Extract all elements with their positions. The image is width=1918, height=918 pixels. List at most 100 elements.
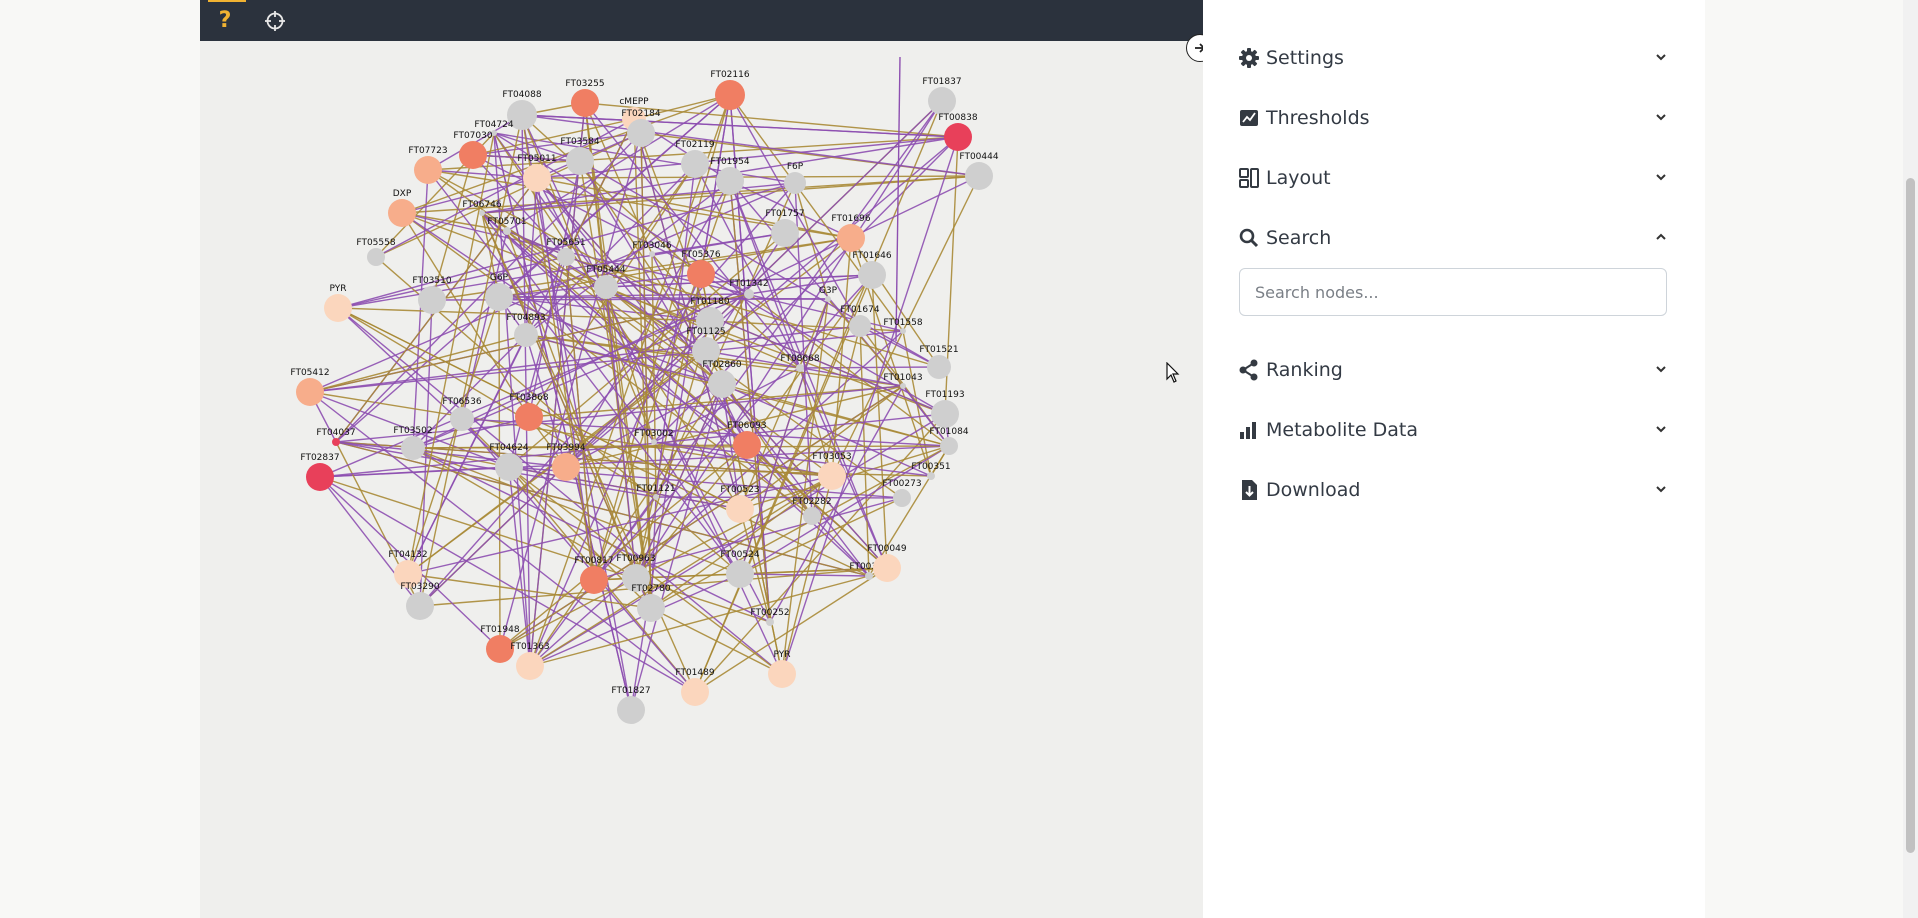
graph-node-circle[interactable] xyxy=(803,507,821,525)
graph-node-circle[interactable] xyxy=(367,248,385,266)
graph-node-circle[interactable] xyxy=(651,439,657,445)
help-button[interactable]: ? xyxy=(203,0,247,41)
graph-node-circle[interactable] xyxy=(495,453,523,481)
graph-node-circle[interactable] xyxy=(825,296,831,302)
graph-node-circle[interactable] xyxy=(771,219,799,247)
graph-node-circle[interactable] xyxy=(715,80,745,110)
graph-node-circle[interactable] xyxy=(617,696,645,724)
graph-node-circle[interactable] xyxy=(927,472,935,480)
graph-node[interactable]: FT01521 xyxy=(919,345,959,379)
graph-node-circle[interactable] xyxy=(418,286,446,314)
graph-node[interactable]: FT00817 xyxy=(574,556,614,594)
graph-node[interactable]: FT07030 xyxy=(453,131,493,169)
graph-node[interactable]: FT01489 xyxy=(675,668,715,706)
graph-node-circle[interactable] xyxy=(401,436,425,460)
graph-node[interactable]: DXP xyxy=(388,189,416,227)
graph-node-circle[interactable] xyxy=(944,123,972,151)
graph-node[interactable]: FT00351 xyxy=(911,462,951,480)
graph-node[interactable]: F6P xyxy=(784,162,806,194)
graph-node-circle[interactable] xyxy=(849,315,871,337)
graph-node-circle[interactable] xyxy=(388,199,416,227)
graph-node-circle[interactable] xyxy=(485,283,513,311)
graph-node[interactable]: PYR xyxy=(324,284,352,322)
page-scrollbar-thumb[interactable] xyxy=(1906,178,1915,853)
graph-node-circle[interactable] xyxy=(627,119,655,147)
graph-node[interactable]: PYR xyxy=(768,650,796,688)
graph-node-circle[interactable] xyxy=(768,660,796,688)
graph-node[interactable]: FT01558 xyxy=(883,318,923,334)
graph-node-circle[interactable] xyxy=(450,407,474,431)
graph-node-circle[interactable] xyxy=(571,89,599,117)
graph-node-circle[interactable] xyxy=(649,251,655,257)
graph-node-circle[interactable] xyxy=(708,370,736,398)
graph-node[interactable]: FT07723 xyxy=(408,146,448,184)
graph-node-circle[interactable] xyxy=(858,261,886,289)
graph-node-circle[interactable] xyxy=(837,224,865,252)
graph-node-circle[interactable] xyxy=(928,87,956,115)
graph-node-circle[interactable] xyxy=(580,566,608,594)
graph-node-circle[interactable] xyxy=(900,383,906,389)
graph-node-circle[interactable] xyxy=(516,652,544,680)
graph-node-circle[interactable] xyxy=(893,489,911,507)
search-input[interactable] xyxy=(1239,268,1667,316)
network-graph-canvas[interactable]: FT02116 FT03255 FT04088 cMEPP FT02184 FT04724… xyxy=(200,41,1203,918)
graph-node-circle[interactable] xyxy=(931,400,959,428)
graph-node-circle[interactable] xyxy=(733,431,761,459)
graph-node-circle[interactable] xyxy=(296,378,324,406)
section-thresholds[interactable]: Thresholds xyxy=(1238,98,1668,138)
graph-node-circle[interactable] xyxy=(557,248,575,266)
graph-node-circle[interactable] xyxy=(479,210,485,216)
graph-node[interactable]: FT03290 xyxy=(400,582,440,620)
graph-node-circle[interactable] xyxy=(332,438,340,446)
graph-node-circle[interactable] xyxy=(796,364,804,372)
graph-node[interactable]: FT00444 xyxy=(959,152,999,190)
section-metabolite-data[interactable]: Metabolite Data xyxy=(1238,410,1668,450)
graph-node-circle[interactable] xyxy=(566,147,594,175)
graph-node-circle[interactable] xyxy=(459,141,487,169)
graph-node[interactable]: FT01363 xyxy=(510,642,550,680)
graph-node-circle[interactable] xyxy=(503,227,511,235)
graph-node[interactable]: FT02780 xyxy=(631,584,671,622)
graph-node-circle[interactable] xyxy=(744,289,754,299)
graph-node-circle[interactable] xyxy=(900,328,906,334)
graph-node-circle[interactable] xyxy=(873,554,901,582)
graph-node-circle[interactable] xyxy=(726,495,754,523)
graph-node-circle[interactable] xyxy=(784,172,806,194)
graph-node[interactable]: FT01837 xyxy=(922,77,962,115)
graph-node-circle[interactable] xyxy=(681,678,709,706)
graph-node-circle[interactable] xyxy=(594,275,618,299)
section-download[interactable]: Download xyxy=(1238,470,1668,510)
graph-node-circle[interactable] xyxy=(637,594,665,622)
graph-node-circle[interactable] xyxy=(681,150,709,178)
graph-node[interactable]: FT05701 xyxy=(487,217,527,235)
section-search[interactable]: Search xyxy=(1238,218,1668,258)
graph-node[interactable]: FT05558 xyxy=(356,238,396,266)
graph-node-circle[interactable] xyxy=(515,403,543,431)
graph-node-circle[interactable] xyxy=(523,164,551,192)
graph-node[interactable]: FT00273 xyxy=(882,479,922,507)
graph-node-circle[interactable] xyxy=(653,494,659,500)
graph-node-circle[interactable] xyxy=(865,572,873,580)
graph-node[interactable]: FT01827 xyxy=(611,686,651,724)
graph-node-circle[interactable] xyxy=(306,463,334,491)
graph-node[interactable]: FT01696 xyxy=(831,214,871,252)
graph-node-circle[interactable] xyxy=(687,260,715,288)
graph-node-circle[interactable] xyxy=(927,355,951,379)
graph-node-circle[interactable] xyxy=(716,167,744,195)
graph-node-circle[interactable] xyxy=(324,294,352,322)
graph-node[interactable]: FT00838 xyxy=(938,113,978,151)
graph-node-circle[interactable] xyxy=(818,462,846,490)
graph-node-circle[interactable] xyxy=(766,618,774,626)
center-view-button[interactable] xyxy=(253,0,297,41)
graph-node[interactable]: FT03255 xyxy=(565,79,605,117)
section-layout[interactable]: Layout xyxy=(1238,158,1668,198)
graph-node-circle[interactable] xyxy=(514,323,538,347)
graph-node-circle[interactable] xyxy=(406,592,434,620)
section-settings[interactable]: Settings xyxy=(1238,38,1668,78)
graph-node[interactable]: FT05412 xyxy=(290,368,330,406)
graph-node-circle[interactable] xyxy=(965,162,993,190)
graph-node-circle[interactable] xyxy=(552,453,580,481)
section-ranking[interactable]: Ranking xyxy=(1238,350,1668,390)
graph-node-circle[interactable] xyxy=(726,560,754,588)
graph-node-circle[interactable] xyxy=(414,156,442,184)
